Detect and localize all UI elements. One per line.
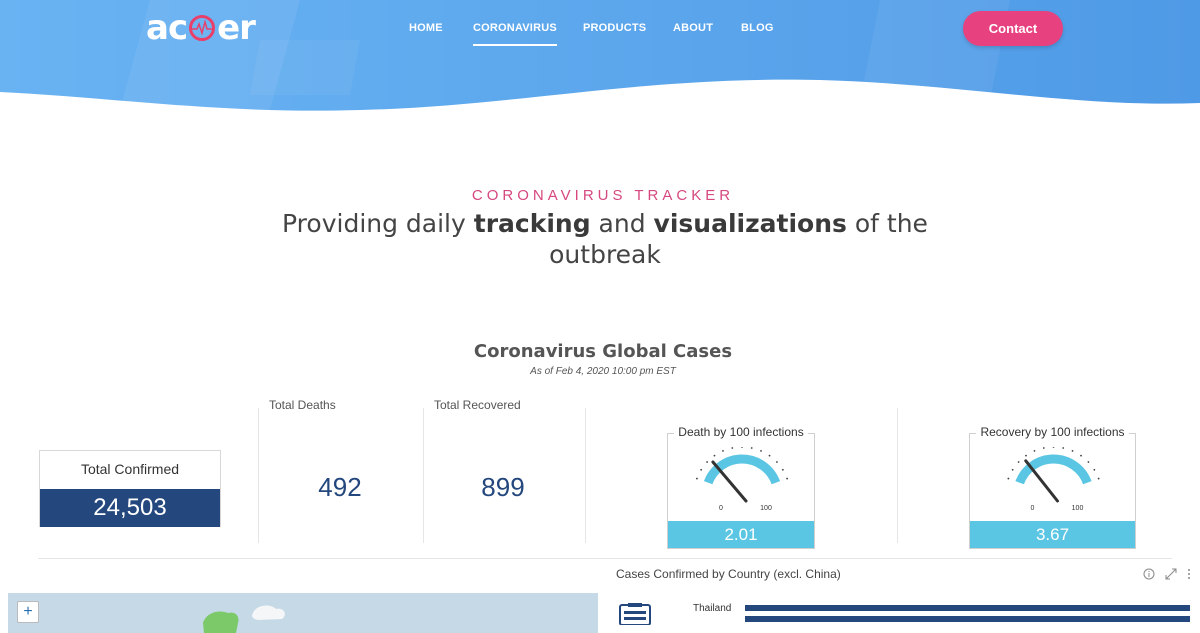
divider — [897, 408, 898, 543]
nav-home[interactable]: HOME — [409, 22, 443, 34]
country-bar — [745, 616, 1190, 622]
gauge-tick — [1007, 477, 1010, 480]
expand-icon[interactable] — [1165, 568, 1177, 580]
recovery-gauge-label: Recovery by 100 infections — [976, 425, 1129, 439]
gauge-tick — [1080, 454, 1082, 457]
gauge-tick — [1033, 450, 1036, 452]
map-zoom-in-button[interactable]: + — [17, 601, 39, 623]
cases-map[interactable]: + — [8, 593, 598, 633]
total-confirmed-card: Total Confirmed 24,503 — [39, 450, 221, 527]
recovery-gauge-title: Recovery by 100 infections — [970, 425, 1135, 439]
death-gauge-dial: 0 100 — [695, 447, 789, 512]
country-chart-title: Cases Confirmed by Country (excl. China) — [616, 567, 841, 581]
gauge-tick — [1087, 461, 1090, 463]
country-bar — [745, 605, 1190, 611]
headline-bold-tracking: tracking — [473, 209, 591, 238]
gauge-tick — [722, 450, 724, 452]
contact-button[interactable]: Contact — [963, 11, 1063, 46]
gauge-tick — [700, 468, 703, 471]
gauge-tick — [1052, 447, 1055, 448]
gauge-tick — [1025, 454, 1027, 457]
death-rate-gauge-card: Death by 100 infections 0 100 2.01 — [667, 425, 815, 549]
gauge-max-label: 100 — [1072, 505, 1084, 512]
nav-products[interactable]: PRODUCTS — [583, 22, 646, 34]
map-landmass — [203, 605, 285, 633]
gauge-tick — [1042, 447, 1045, 449]
hero-kicker: CORONAVIRUS TRACKER — [471, 187, 735, 204]
total-confirmed-label: Total Confirmed — [80, 461, 180, 477]
gauge-tick — [768, 454, 771, 457]
hero-headline: Providing daily tracking and visualizati… — [280, 208, 930, 270]
gauge-tick — [1097, 477, 1100, 480]
gauge-arc — [703, 454, 781, 485]
site-header: ac er HOME CORONAVIRUS PRODUCTS ABOUT BL… — [0, 0, 1200, 115]
nav-blog[interactable]: BLOG — [741, 22, 774, 34]
gauge-min-label: 0 — [1031, 505, 1035, 512]
dashboard-title: Coronavirus Global Cases — [473, 341, 733, 362]
gauge-tick — [750, 447, 753, 449]
gauge-tick — [1071, 450, 1074, 452]
gauge-tick — [731, 447, 734, 449]
gauge-tick — [706, 461, 708, 463]
more-icon[interactable] — [1186, 568, 1192, 580]
info-icon[interactable] — [1143, 568, 1155, 580]
divider — [585, 408, 586, 543]
headline-bold-visualizations: visualizations — [653, 209, 847, 238]
divider — [423, 408, 424, 543]
gauge-tick — [1062, 447, 1065, 449]
total-recovered-value: 899 — [481, 472, 525, 502]
gauge-tick — [781, 468, 784, 471]
country-bar-label: Thailand — [693, 603, 732, 614]
gauge-needle — [1024, 459, 1059, 503]
death-gauge-title: Death by 100 infections — [668, 425, 814, 439]
clipboard-legend-icon — [619, 603, 651, 625]
gauge-tick — [776, 461, 778, 463]
recovery-rate-gauge-card: Recovery by 100 infections 0 100 3.67 — [969, 425, 1136, 549]
section-divider — [38, 558, 1172, 559]
recovery-gauge-dial: 0 100 — [1007, 447, 1100, 512]
headline-text: and — [590, 209, 654, 238]
gauge-tick — [786, 477, 789, 480]
total-recovered-label: Total Recovered — [434, 398, 521, 412]
gauge-min-label: 0 — [719, 505, 723, 512]
gauge-tick — [741, 447, 743, 448]
nav-coronavirus[interactable]: CORONAVIRUS — [473, 22, 557, 46]
nav-about[interactable]: ABOUT — [673, 22, 713, 34]
headline-text: Providing daily — [282, 209, 474, 238]
gauge-tick — [1011, 468, 1014, 471]
recovery-gauge-value: 3.67 — [970, 521, 1135, 548]
gauge-tick — [760, 450, 762, 452]
gauge-arc — [1015, 454, 1092, 485]
dashboard-subtitle: As of Feb 4, 2020 10:00 pm EST — [530, 366, 676, 377]
gauge-tick — [1093, 468, 1096, 471]
death-gauge-label: Death by 100 infections — [674, 425, 808, 439]
gauge-tick — [1017, 461, 1020, 463]
gauge-tick — [713, 454, 716, 457]
total-confirmed-value: 24,503 — [40, 489, 220, 527]
gauge-tick — [695, 477, 698, 480]
gauge-max-label: 100 — [760, 505, 772, 512]
total-deaths-label: Total Deaths — [269, 398, 336, 412]
gauge-needle — [711, 460, 748, 503]
total-deaths-value: 492 — [318, 472, 362, 502]
divider — [258, 408, 259, 543]
death-gauge-value: 2.01 — [668, 521, 814, 548]
